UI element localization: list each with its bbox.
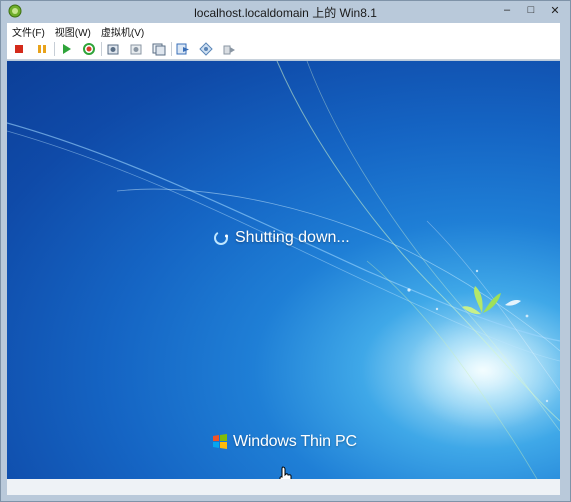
menu-vm[interactable]: 虚拟机(V) (96, 24, 149, 39)
brand-text: Windows Thin PC (233, 433, 357, 450)
minimize-icon: – (503, 4, 511, 16)
menu-file[interactable]: 文件(F) (7, 24, 50, 39)
power-on-button[interactable] (58, 41, 74, 57)
revert-snapshot-button[interactable] (128, 41, 144, 57)
loading-spinner-icon (214, 231, 228, 245)
send-ctrl-alt-del-icon (176, 43, 189, 55)
send-ctrl-alt-del-button[interactable] (175, 41, 191, 57)
maximize-icon: □ (527, 4, 535, 16)
reset-button[interactable] (81, 41, 97, 57)
power-on-icon (63, 44, 71, 54)
vm-settings-button[interactable] (198, 41, 214, 57)
shutdown-status: Shutting down... (213, 229, 350, 247)
title-bar[interactable]: localhost.localdomain 上的 Win8.1 – □ ✕ (1, 1, 570, 21)
snapshot-button[interactable] (105, 41, 121, 57)
maximize-button[interactable]: □ (519, 3, 543, 17)
menu-view[interactable]: 视图(W) (50, 24, 96, 39)
suspend-button[interactable] (34, 41, 50, 57)
menu-bar: 文件(F) 视图(W) 虚拟机(V) (7, 23, 560, 39)
status-bar (7, 479, 560, 495)
power-off-icon (15, 45, 23, 53)
vm-settings-icon (199, 42, 213, 56)
snapshot-manager-icon (152, 43, 166, 56)
toolbar (7, 39, 560, 60)
reset-icon (83, 43, 95, 55)
connect-devices-icon (223, 45, 235, 55)
vm-display[interactable]: Shutting down... Windows Thin PC (7, 61, 560, 479)
hand-cursor-icon (279, 466, 292, 479)
windows-logo-icon (213, 434, 227, 449)
vm-console-window: localhost.localdomain 上的 Win8.1 – □ ✕ 文件… (0, 0, 571, 502)
close-icon: ✕ (550, 4, 560, 17)
snapshot-manager-button[interactable] (151, 41, 167, 57)
windows-branding: Windows Thin PC (211, 433, 357, 451)
snapshot-icon (107, 44, 119, 55)
suspend-icon (38, 45, 46, 53)
revert-snapshot-icon (130, 44, 142, 55)
window-title: localhost.localdomain 上的 Win8.1 (194, 6, 377, 20)
wallpaper-graphics (7, 61, 560, 479)
close-button[interactable]: ✕ (543, 3, 567, 17)
connect-devices-button[interactable] (221, 41, 237, 57)
power-off-button[interactable] (11, 41, 27, 57)
status-text: Shutting down... (235, 229, 350, 246)
minimize-button[interactable]: – (495, 3, 519, 17)
